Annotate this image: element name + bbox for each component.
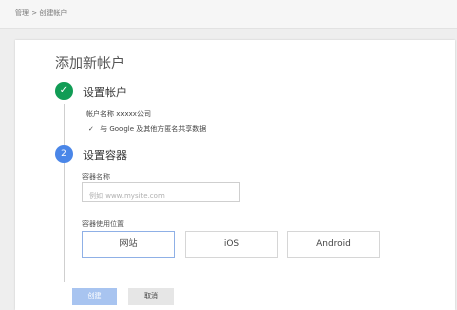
account-name-label: 帐户名称	[86, 110, 114, 118]
cancel-button[interactable]: 取消	[128, 288, 174, 305]
page-title: 添加新帐户	[55, 56, 125, 72]
step-1-title: 设置帐户	[83, 86, 127, 99]
top-bar: 管理 > 创建帐户	[0, 0, 457, 29]
data-sharing-row: ✓ 与 Google 及其他方匿名共享数据	[88, 124, 206, 134]
step-2-title: 设置容器	[83, 149, 127, 162]
option-ios[interactable]: iOS	[185, 231, 278, 258]
checkmark-icon: ✓	[88, 125, 94, 133]
step-2-number: 2	[55, 145, 73, 163]
account-name: 帐户名称 xxxxx公司	[86, 109, 151, 119]
container-name-field[interactable]	[82, 182, 245, 205]
create-button[interactable]: 创建	[72, 288, 117, 305]
data-sharing-text: 与 Google 及其他方匿名共享数据	[100, 125, 207, 133]
container-name-input[interactable]	[83, 187, 245, 205]
breadcrumb[interactable]: 管理 > 创建帐户	[15, 8, 67, 18]
container-name-label: 容器名称	[82, 173, 110, 181]
check-circle-icon: ✓	[55, 82, 73, 100]
option-android[interactable]: Android	[287, 231, 380, 258]
create-account-card	[15, 40, 455, 310]
usage-location-label: 容器使用位置	[82, 220, 124, 228]
account-name-value: xxxxx公司	[116, 110, 151, 118]
option-web[interactable]: 网站	[82, 231, 175, 258]
step-connector-line	[64, 104, 65, 282]
